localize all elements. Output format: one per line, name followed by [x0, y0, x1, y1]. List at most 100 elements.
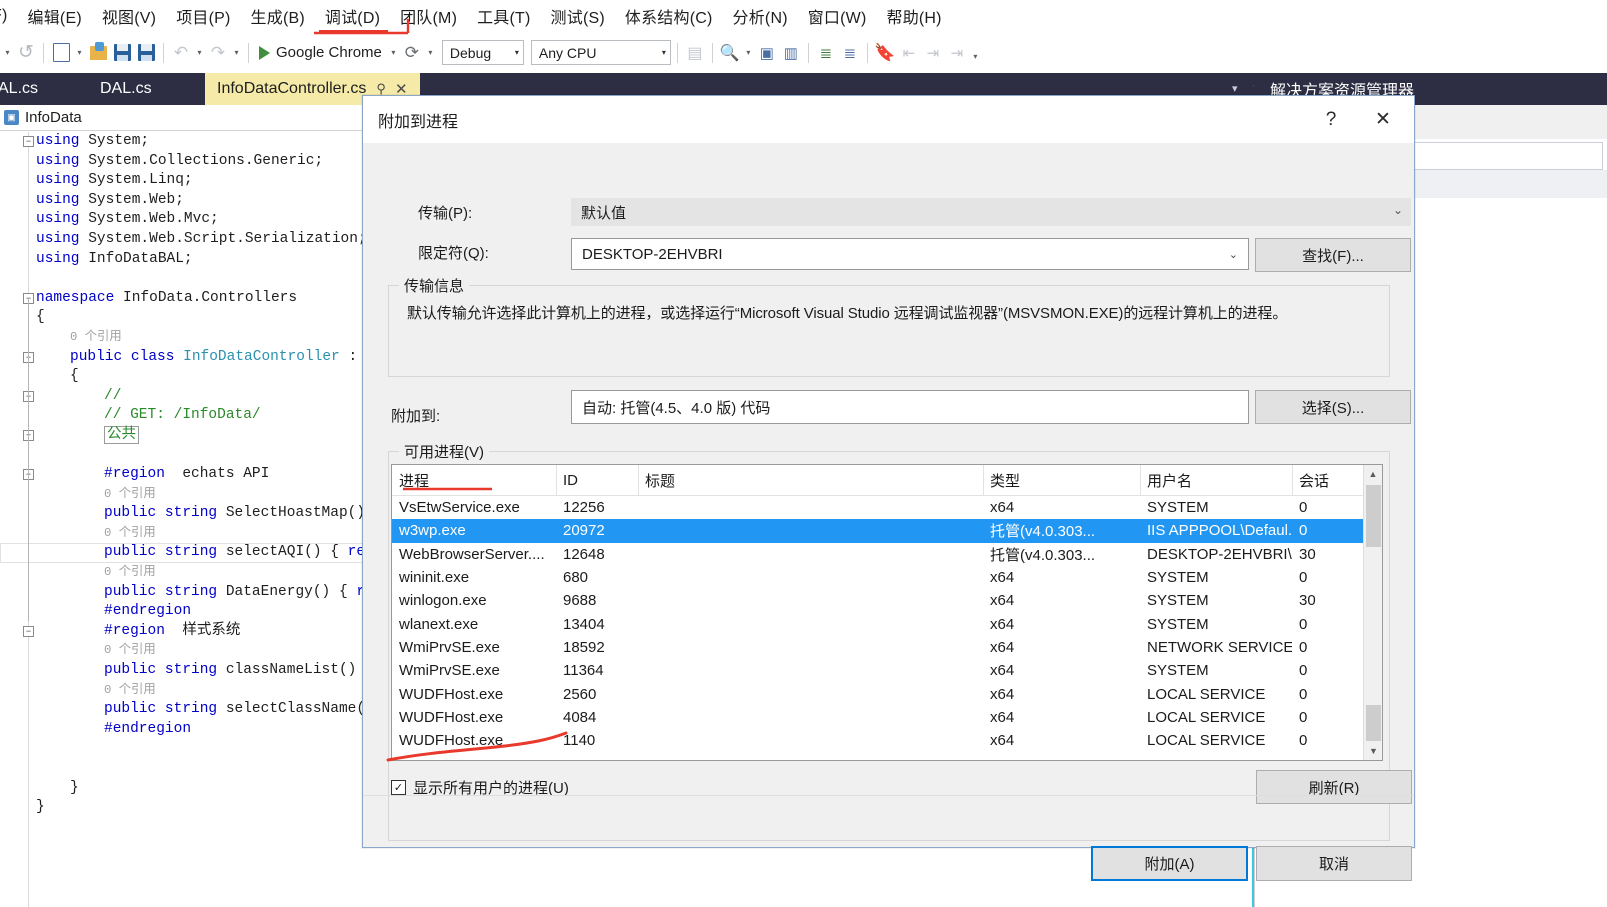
select-button[interactable]: 选择(S)...	[1255, 390, 1411, 424]
qualifier-input[interactable]: DESKTOP-2EHVBRI ⌄	[571, 238, 1249, 270]
menu-item-1[interactable]: 编辑(E)	[18, 1, 92, 31]
find-caret-icon[interactable]: ▾	[743, 41, 754, 65]
clear-bookmarks-icon[interactable]: ⇥	[946, 41, 968, 65]
menu-item-10[interactable]: 分析(N)	[723, 1, 798, 31]
find-icon[interactable]: 🔍	[719, 41, 741, 65]
next-bookmark-icon[interactable]: ⇥	[922, 41, 944, 65]
fold-toggle-minus[interactable]: −	[23, 136, 34, 147]
codelens-reference[interactable]: 0 个引用	[104, 526, 156, 540]
start-debug-button[interactable]: Google Chrome	[255, 44, 386, 61]
attach-to-field[interactable]: 自动: 托管(4.5、4.0 版) 代码	[571, 390, 1249, 424]
menu-item-11[interactable]: 窗口(W)	[798, 1, 877, 31]
codelens-reference[interactable]: 0 个引用	[104, 683, 156, 697]
scroll-up-icon[interactable]: ▲	[1364, 465, 1382, 483]
toolbar-divider	[866, 42, 868, 63]
toolbar-overflow-icon[interactable]: ▾	[970, 45, 981, 69]
process-column-header-0[interactable]: 进程	[392, 470, 556, 491]
scrollbar-thumb[interactable]	[1366, 485, 1381, 547]
column-divider-3[interactable]	[1140, 465, 1141, 496]
menu-item-4[interactable]: 生成(B)	[241, 1, 315, 31]
process-cell-4: DESKTOP-2EHVBRI\...	[1147, 545, 1292, 563]
scroll-down-icon[interactable]: ▼	[1364, 742, 1382, 760]
undo-caret-icon[interactable]: ▾	[194, 41, 205, 65]
attach-to-process-icon[interactable]: ▤	[684, 41, 706, 65]
menu-item-12[interactable]: 帮助(H)	[877, 1, 952, 31]
process-column-header-3[interactable]: 类型	[983, 470, 1140, 491]
uncomment-icon[interactable]: ≣	[839, 41, 861, 65]
column-divider-4[interactable]	[1292, 465, 1293, 496]
previous-bookmark-icon[interactable]: ⇤	[898, 41, 920, 65]
codelens-reference[interactable]: 0 个引用	[104, 487, 156, 501]
start-debug-caret-icon[interactable]: ▾	[388, 41, 399, 65]
column-divider-1[interactable]	[638, 465, 639, 496]
attach-to-process-dialog[interactable]: 附加到进程 ? ✕ 传输(P): 默认值 ⌄ 限定符(Q): DESKTOP-2…	[362, 95, 1415, 881]
process-column-header-1[interactable]: ID	[556, 472, 638, 489]
attach-button[interactable]: 附加(A)	[1091, 846, 1248, 881]
save-all-icon[interactable]	[135, 41, 157, 65]
process-list-rows[interactable]: VsEtwService.exe 12256 x64 SYSTEM 0 w3wp.exe 2…	[392, 496, 1382, 752]
save-icon[interactable]	[111, 41, 133, 65]
navigate-to-icon[interactable]: ▥	[780, 41, 802, 65]
bookmark-icon[interactable]: 🔖	[874, 41, 896, 65]
process-column-header-2[interactable]: 标题	[638, 470, 983, 491]
menu-item-0[interactable]: F)	[0, 4, 18, 28]
redo-icon[interactable]: ↷	[207, 41, 229, 65]
codelens-reference[interactable]: 0 个引用	[70, 330, 122, 344]
solution-configuration-select[interactable]: Debug ▾	[441, 40, 524, 65]
restart-caret-icon[interactable]: ▾	[425, 41, 436, 65]
menu-item-3[interactable]: 项目(P)	[166, 1, 240, 31]
comment-icon[interactable]: ≣	[815, 41, 837, 65]
redo-caret-icon[interactable]: ▾	[231, 41, 242, 65]
process-row[interactable]: wininit.exe 680 x64 SYSTEM 0	[392, 566, 1382, 589]
menu-item-5[interactable]: 调试(D)	[315, 1, 390, 32]
refresh-button[interactable]: 刷新(R)	[1256, 770, 1412, 804]
process-row[interactable]: WUDFHost.exe 2560 x64 LOCAL SERVICE 0	[392, 682, 1382, 705]
process-cell-1: 4084	[563, 708, 597, 726]
menu-item-6[interactable]: 团队(M)	[390, 1, 467, 31]
solution-platform-select[interactable]: Any CPU ▾	[530, 40, 671, 65]
go-to-definition-icon[interactable]: ▣	[756, 41, 778, 65]
process-row[interactable]: WUDFHost.exe 4084 x64 LOCAL SERVICE 0	[392, 706, 1382, 729]
process-row[interactable]: WebBrowserServer.... 12648 托管(v4.0.303... D…	[392, 543, 1382, 566]
new-project-icon[interactable]	[50, 41, 72, 65]
editor-tab-label: DAL.cs	[100, 80, 152, 97]
transport-chevron-down-icon[interactable]: ⌄	[1393, 203, 1403, 217]
process-row[interactable]: WmiPrvSE.exe 11364 x64 SYSTEM 0	[392, 659, 1382, 682]
menu-item-7[interactable]: 工具(T)	[467, 1, 540, 31]
open-file-icon[interactable]	[87, 41, 109, 65]
find-button[interactable]: 查找(F)...	[1255, 238, 1411, 272]
show-all-users-checkbox[interactable]: ✓	[391, 780, 406, 795]
restart-icon[interactable]: ⟳	[401, 41, 423, 65]
codelens-boxed-hint[interactable]: 公共	[104, 425, 139, 444]
menu-item-9[interactable]: 体系结构(C)	[615, 1, 723, 31]
navigate-forward-icon[interactable]: ↺	[15, 41, 37, 65]
menu-item-2[interactable]: 视图(V)	[92, 1, 166, 31]
codelens-reference[interactable]: 0 个引用	[104, 643, 156, 657]
process-list-scrollbar[interactable]: ▲ ▼	[1363, 465, 1382, 760]
editor-tab-0[interactable]: AL.cs	[0, 73, 50, 105]
code-token: #endregion	[104, 603, 192, 620]
process-row[interactable]: w3wp.exe 20972 托管(v4.0.303... IIS APPPOOL\D…	[392, 519, 1382, 543]
new-project-caret-icon[interactable]: ▾	[74, 41, 85, 65]
close-icon[interactable]: ✕	[1360, 96, 1406, 143]
process-row[interactable]: WmiPrvSE.exe 18592 x64 NETWORK SERVICE 0	[392, 636, 1382, 659]
process-row[interactable]: winlogon.exe 9688 x64 SYSTEM 30	[392, 589, 1382, 612]
process-row[interactable]: wlanext.exe 13404 x64 SYSTEM 0	[392, 612, 1382, 635]
undo-icon[interactable]: ↶	[170, 41, 192, 65]
navigate-back-caret-icon[interactable]: ▾	[2, 41, 13, 65]
cancel-button[interactable]: 取消	[1256, 846, 1412, 881]
editor-tab-1[interactable]: DAL.cs	[88, 73, 164, 105]
help-button[interactable]: ?	[1308, 96, 1354, 143]
process-row[interactable]: VsEtwService.exe 12256 x64 SYSTEM 0	[392, 496, 1382, 519]
codelens-reference[interactable]: 0 个引用	[104, 565, 156, 579]
process-column-header-4[interactable]: 用户名	[1140, 470, 1292, 491]
process-column-header-5[interactable]: 会话	[1292, 470, 1352, 491]
process-list[interactable]: 进程 ID 标题 类型 用户名 会话 VsEtwService.exe 12256 x64 SY…	[391, 464, 1383, 761]
process-row[interactable]: WUDFHost.exe 1140 x64 LOCAL SERVICE 0	[392, 729, 1382, 752]
scrollbar-thumb-lower[interactable]	[1366, 705, 1381, 741]
column-divider-2[interactable]	[983, 465, 984, 496]
dock-dropdown-icon[interactable]: ▾	[1232, 82, 1238, 95]
fold-toggle-minus[interactable]: −	[23, 625, 34, 637]
menu-item-8[interactable]: 测试(S)	[541, 1, 615, 31]
column-divider-0[interactable]	[556, 465, 557, 496]
